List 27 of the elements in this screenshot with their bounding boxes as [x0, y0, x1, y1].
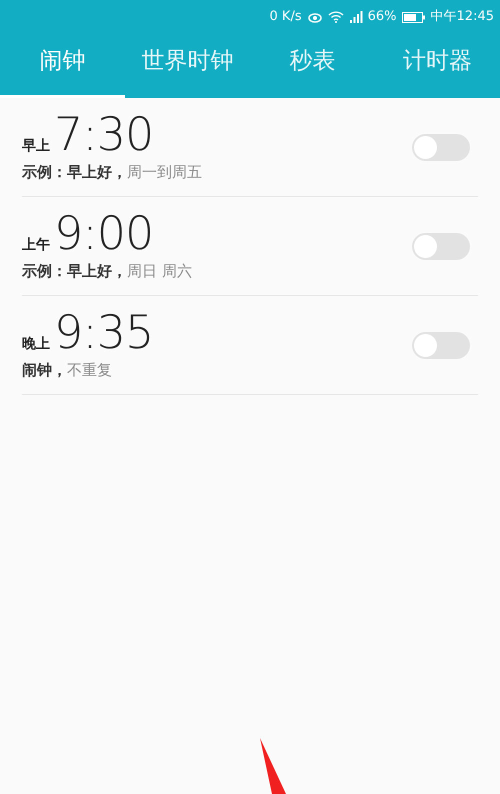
signal-icon: [348, 11, 363, 23]
alarm-repeat: 不重复: [67, 360, 112, 381]
alarm-repeat: 周一到周五: [127, 162, 202, 183]
battery-percent: 66%: [368, 8, 397, 26]
alarm-toggle[interactable]: [412, 332, 470, 358]
tab[interactable]: 世界时钟: [125, 34, 250, 98]
alarm-label: 示例：早上好，: [22, 260, 127, 282]
clock-time: 中午12:45: [430, 8, 494, 26]
alarm-period: 晚上: [22, 336, 50, 351]
alarm-time: 9:00: [54, 210, 154, 256]
alarm-time: 9:35: [54, 308, 154, 355]
tab[interactable]: 闹钟: [0, 34, 125, 98]
alarm-time: 7:30: [54, 110, 154, 157]
alarm-period: 早上: [22, 138, 50, 153]
alarm-repeat: 周日 周六: [127, 260, 192, 282]
wifi-icon: [328, 11, 344, 23]
tab[interactable]: 计时器: [375, 34, 500, 98]
annotation-arrow: [258, 738, 288, 794]
alarm-toggle[interactable]: [412, 134, 470, 160]
battery-icon: [402, 12, 426, 22]
alarm-label: 示例：早上好，: [22, 162, 127, 183]
network-speed: 0 K/s: [270, 8, 302, 26]
alarm-toggle[interactable]: [412, 232, 470, 260]
tab[interactable]: 秒表: [250, 34, 375, 98]
alarm-period: 上午: [22, 238, 50, 252]
eye-icon: [306, 11, 323, 23]
alarm-label: 闹钟，: [22, 360, 67, 381]
